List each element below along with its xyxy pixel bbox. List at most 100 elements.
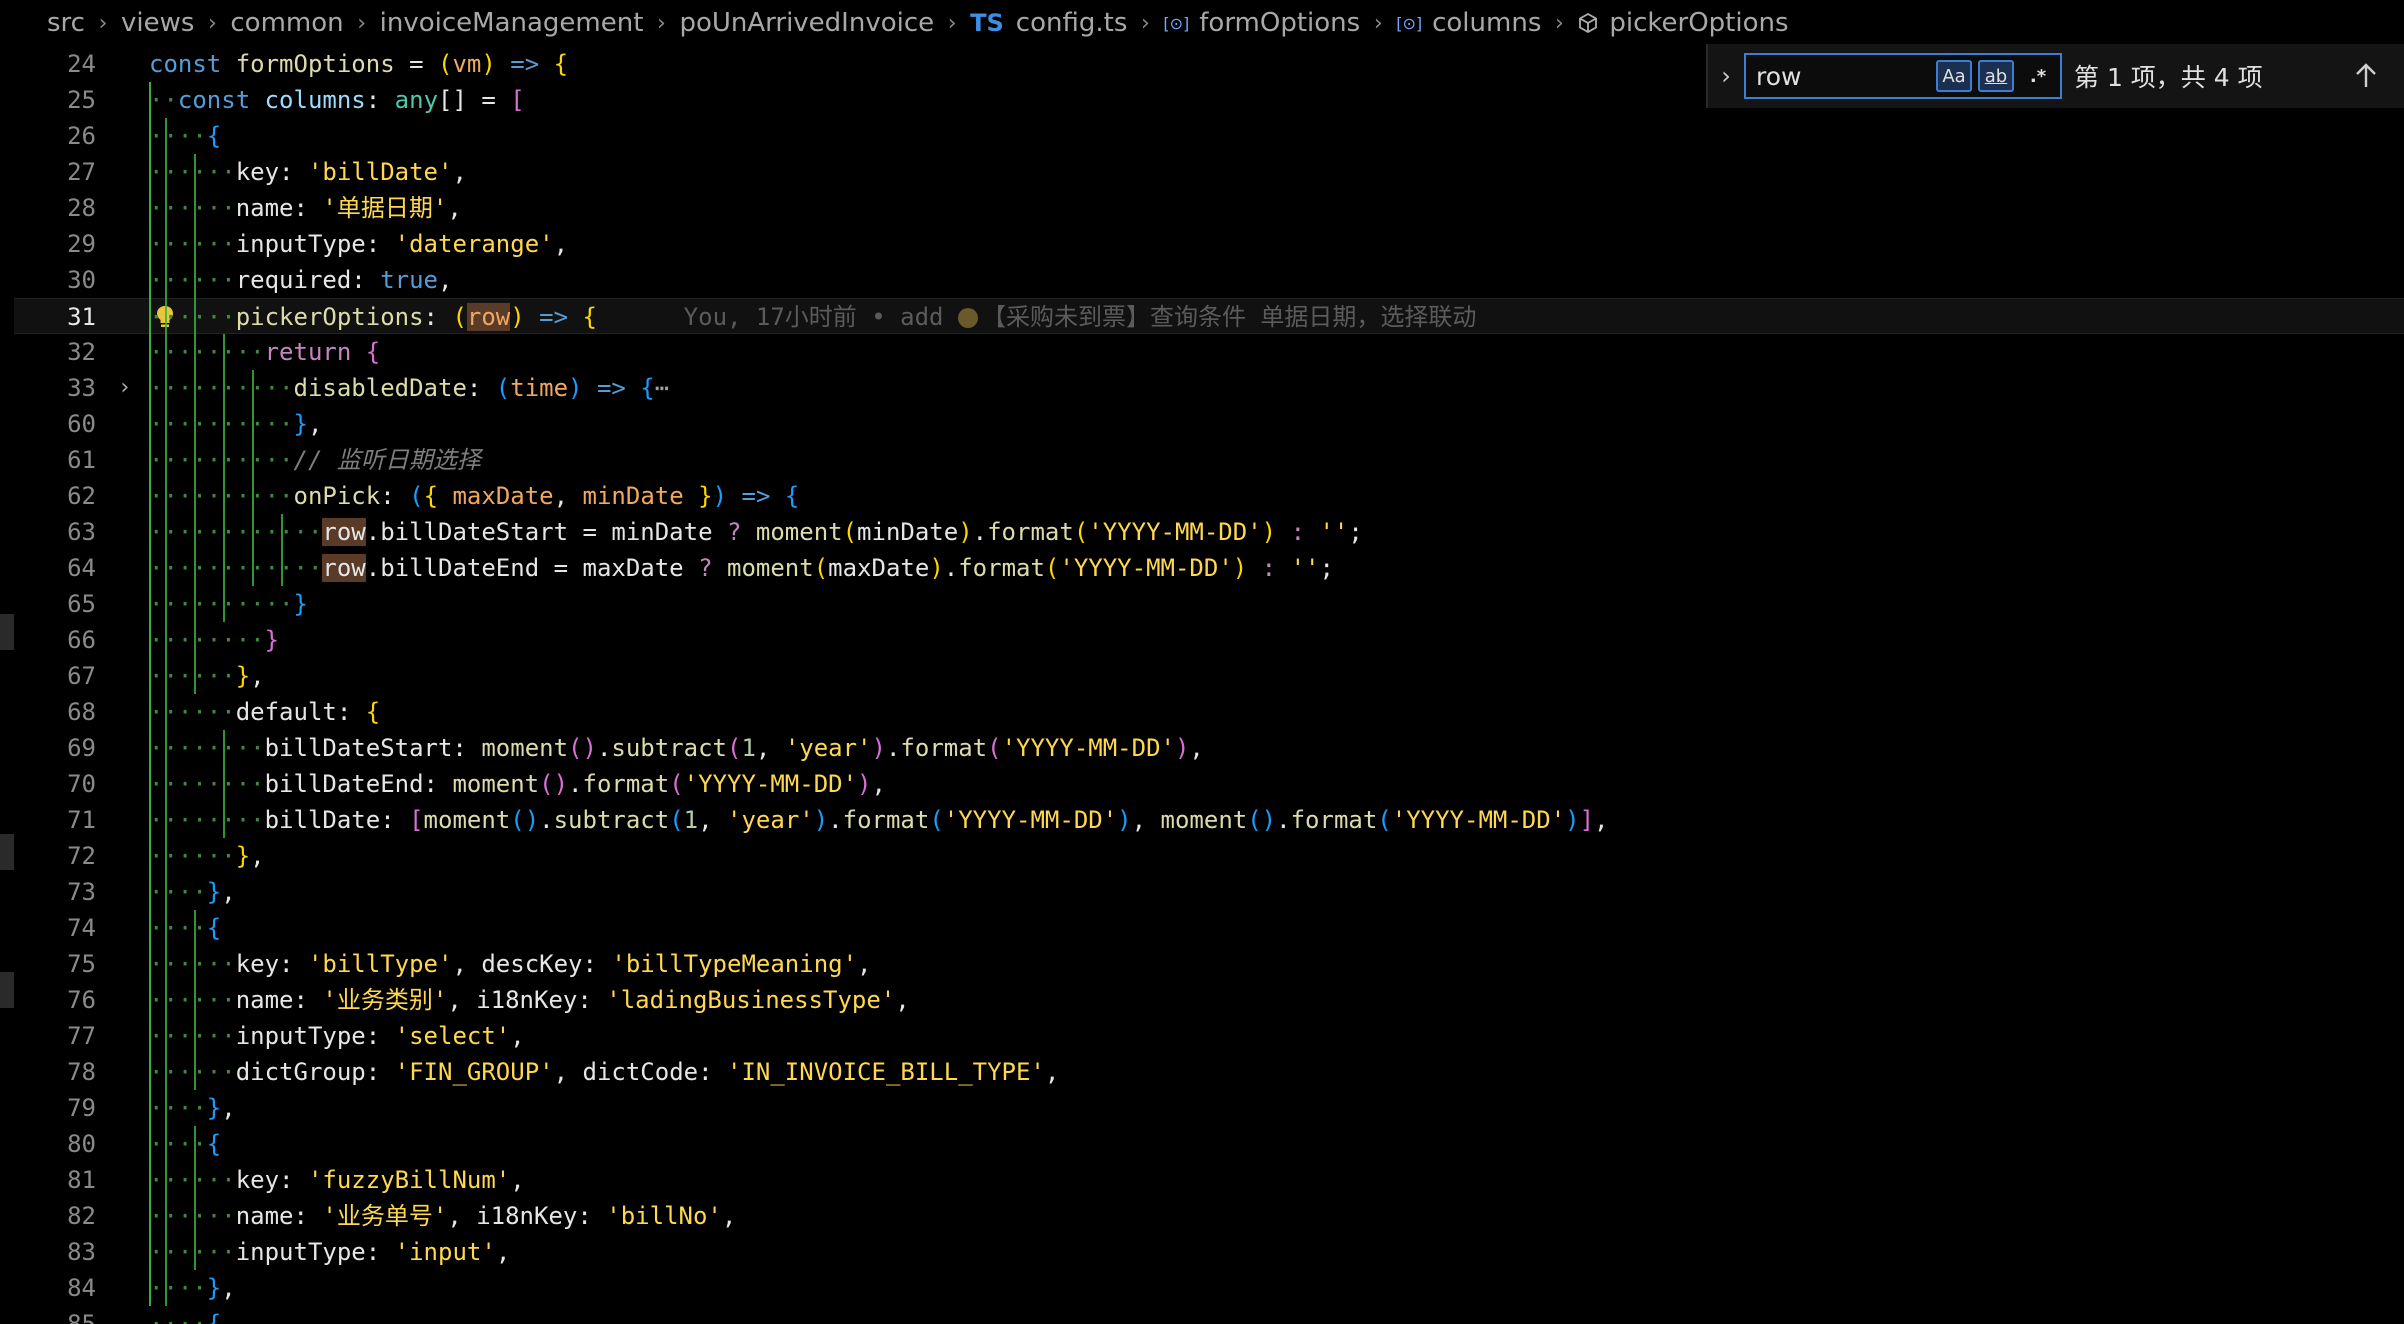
code-line[interactable]: 26 ····{ <box>14 118 2404 154</box>
code-line[interactable]: 33 › ··········disabledDate: (time) => {⋯ <box>14 370 2404 406</box>
match-case-label: Aa <box>1942 65 1966 87</box>
breadcrumb-item[interactable]: invoiceManagement <box>380 8 644 38</box>
match-case-toggle[interactable]: Aa <box>1936 60 1972 92</box>
code-line[interactable]: 29 ······inputType: 'daterange', <box>14 226 2404 262</box>
breadcrumb-symbol[interactable]: pickerOptions <box>1577 8 1789 38</box>
breadcrumb-item[interactable]: common <box>230 8 343 38</box>
code-token: ······ <box>149 1202 236 1230</box>
code-token: moment <box>481 734 569 762</box>
breadcrumb-item[interactable]: poUnArrivedInvoice <box>679 8 934 38</box>
code-token: , <box>1044 1058 1060 1086</box>
indent-guide <box>223 730 226 838</box>
code-line[interactable]: 84 ····}, <box>14 1270 2404 1306</box>
code-token: ) <box>813 806 829 834</box>
line-number: 68 <box>67 698 96 726</box>
code-line[interactable]: 68 ······default: { <box>14 694 2404 730</box>
code-token: { <box>206 914 222 942</box>
code-line[interactable]: 28 ······name: '单据日期', <box>14 190 2404 226</box>
code-token: , descKey: <box>452 950 612 978</box>
breadcrumb-symbol[interactable]: [⊙] formOptions <box>1163 8 1360 38</box>
code-line[interactable]: 65 ··········} <box>14 586 2404 622</box>
code-line[interactable]: 72 ······}, <box>14 838 2404 874</box>
code-token: 'FIN_GROUP' <box>394 1058 554 1086</box>
code-line[interactable]: 85 ····{ <box>14 1306 2404 1324</box>
code-line[interactable]: 70 ········billDateEnd: moment().format('… <box>14 766 2404 802</box>
code-line[interactable]: 79 ····}, <box>14 1090 2404 1126</box>
code-token: , <box>755 734 785 762</box>
code-line[interactable]: 32 ········return { <box>14 334 2404 370</box>
line-number: 30 <box>67 266 96 294</box>
code-line[interactable]: 76 ······name: '业务类别', i18nKey: 'ladingBu… <box>14 982 2404 1018</box>
code-token: maxDate <box>452 482 554 510</box>
line-number: 74 <box>67 914 96 942</box>
code-line[interactable]: 77 ······inputType: 'select', <box>14 1018 2404 1054</box>
code-token: , <box>307 410 323 438</box>
code-line[interactable]: 69 ········billDateStart: moment().subtra… <box>14 730 2404 766</box>
code-line[interactable]: 63 ············row.billDateStart = minDat… <box>14 514 2404 550</box>
breadcrumb-item[interactable]: src <box>47 8 85 38</box>
line-number: 76 <box>67 986 96 1014</box>
fold-chevron-icon[interactable]: › <box>118 370 131 406</box>
code-token: ) <box>1174 734 1190 762</box>
code-text: const formOptions = (vm) => { <box>149 46 568 82</box>
code-token: '业务单号' <box>322 1202 448 1230</box>
code-line[interactable]: 64 ············row.billDateEnd = maxDate … <box>14 550 2404 586</box>
code-token: ⋯ <box>654 374 670 402</box>
code-line[interactable]: 73 ····}, <box>14 874 2404 910</box>
code-line[interactable]: 62 ··········onPick: ({ maxDate, minDate … <box>14 478 2404 514</box>
code-line[interactable]: 66 ········} <box>14 622 2404 658</box>
code-token: ( <box>495 374 511 402</box>
code-line[interactable]: 27 ······key: 'billDate', <box>14 154 2404 190</box>
code-token: 'daterange' <box>394 230 554 258</box>
code-text: ··········onPick: ({ maxDate, minDate })… <box>149 478 799 514</box>
line-number: 81 <box>67 1166 96 1194</box>
whole-word-toggle[interactable]: ab <box>1978 60 2014 92</box>
code-line[interactable]: 60 ··········}, <box>14 406 2404 442</box>
code-token: 'ladingBusinessType' <box>606 986 896 1014</box>
code-token: { <box>640 374 655 402</box>
code-token: { <box>553 50 569 78</box>
code-token: format <box>958 554 1045 582</box>
code-token: ) <box>1565 806 1580 834</box>
breadcrumb-symbol[interactable]: [⊙] columns <box>1396 8 1541 38</box>
code-token: ; <box>1319 554 1334 582</box>
git-blame-annotation: You, 17小时前 • add 【采购未到票】查询条件 单据日期，选择联动 <box>597 303 1477 331</box>
code-token: ···· <box>149 1310 207 1324</box>
code-editor[interactable]: 24 const formOptions = (vm) => {25 ··const… <box>14 46 2404 1324</box>
code-token: 'billDate' <box>307 158 453 186</box>
code-line[interactable]: 78 ······dictGroup: 'FIN_GROUP', dictCode… <box>14 1054 2404 1090</box>
code-token: , <box>871 770 886 798</box>
code-line[interactable]: 67 ······}, <box>14 658 2404 694</box>
code-token: ? <box>726 518 742 546</box>
code-line[interactable]: 75 ······key: 'billType', descKey: 'billT… <box>14 946 2404 982</box>
code-line[interactable]: 80 ····{ <box>14 1126 2404 1162</box>
code-line[interactable]: 30 ······required: true, <box>14 262 2404 298</box>
code-text: ····{ <box>149 1306 221 1324</box>
chevron-right-icon[interactable]: › <box>1708 44 1744 108</box>
code-line[interactable]: 31 ······pickerOptions: (row) => { You, 1… <box>14 298 2404 334</box>
regex-toggle[interactable]: .* <box>2020 60 2056 92</box>
code-token: ······ <box>149 303 236 331</box>
indent-guide <box>252 370 255 586</box>
line-number: 73 <box>67 878 96 906</box>
breadcrumb-file[interactable]: TS config.ts <box>970 8 1127 38</box>
code-line[interactable]: 83 ······inputType: 'input', <box>14 1234 2404 1270</box>
code-line[interactable]: 71 ········billDate: [moment().subtract(1… <box>14 802 2404 838</box>
code-token: ···· <box>149 914 207 942</box>
code-line[interactable]: 81 ······key: 'fuzzyBillNum', <box>14 1162 2404 1198</box>
arrow-up-icon[interactable] <box>2346 54 2386 98</box>
code-text: ············row.billDateStart = minDate … <box>149 514 1363 550</box>
code-token: } <box>293 590 308 618</box>
code-token: 'year' <box>727 806 814 834</box>
code-line[interactable]: 61 ··········// 监听日期选择 <box>14 442 2404 478</box>
find-input[interactable] <box>1746 60 1938 92</box>
code-token: . <box>1276 806 1291 834</box>
code-token: ······ <box>149 950 236 978</box>
code-line[interactable]: 74 ····{ <box>14 910 2404 946</box>
code-line[interactable]: 82 ······name: '业务单号', i18nKey: 'billNo', <box>14 1198 2404 1234</box>
code-token: { <box>206 1310 222 1324</box>
breadcrumb-item[interactable]: views <box>121 8 194 38</box>
code-token: ) <box>712 482 728 510</box>
code-text: ······default: { <box>149 694 380 730</box>
